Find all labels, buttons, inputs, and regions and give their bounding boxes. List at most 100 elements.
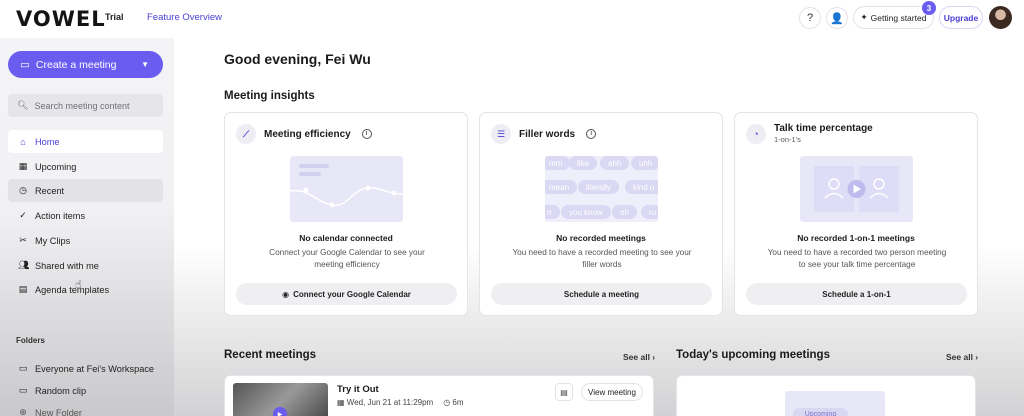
sidebar-item-label: Agenda templates	[35, 284, 110, 295]
upgrade-button[interactable]: Upgrade	[939, 6, 983, 29]
top-bar: VOWEL Trial Feature Overview ? 👤 ✦ Getti…	[0, 0, 1024, 38]
word-chip: like	[569, 156, 598, 170]
upcoming-see-all-link[interactable]: See all ›	[946, 352, 978, 362]
folder-item-random-clip[interactable]: ▭ Random clip	[8, 379, 163, 402]
button-label: Schedule a 1-on-1	[822, 289, 891, 299]
upcoming-meetings-panel: Upcoming	[676, 375, 976, 416]
new-folder-button[interactable]: ⊕ New Folder	[8, 401, 163, 416]
sidebar-item-recent[interactable]: ◷ Recent	[8, 179, 163, 202]
word-chip: ru	[641, 205, 658, 219]
talk-time-illustration	[800, 156, 913, 222]
search-input[interactable]: 🔍︎ Search meeting content	[8, 94, 163, 117]
google-icon: ◉	[282, 289, 290, 299]
create-meeting-label: Create a meeting	[35, 58, 117, 71]
chevron-down-icon: ▼	[141, 60, 149, 69]
recent-meetings-heading: Recent meetings	[224, 349, 317, 361]
sidebar: ▭ Create a meeting ▼ 🔍︎ Search meeting c…	[0, 38, 174, 416]
vowel-logo[interactable]: VOWEL	[16, 7, 106, 31]
upcoming-meetings-heading: Today's upcoming meetings	[676, 349, 830, 361]
getting-started-label: Getting started	[870, 12, 927, 23]
folder-icon: ▭	[18, 385, 28, 395]
create-meeting-button[interactable]: ▭ Create a meeting ▼	[8, 51, 163, 78]
meeting-duration: 6m	[452, 398, 464, 407]
sidebar-item-label: Shared with me	[35, 260, 99, 271]
page-title: Good evening, Fei Wu	[224, 51, 371, 67]
efficiency-illustration	[290, 156, 403, 222]
empty-state-title: No calendar connected	[299, 233, 393, 243]
empty-state-text: You need to have a recorded two person m…	[767, 248, 947, 269]
talk-time-card: ◔ Talk time percentage 1-on-1's No recor…	[734, 112, 978, 316]
folders-heading: Folders	[16, 336, 45, 345]
schedule-one-on-one-button[interactable]: Schedule a 1-on-1	[746, 283, 967, 305]
info-icon[interactable]: i	[586, 129, 597, 139]
word-chip: mm	[545, 156, 571, 170]
sidebar-item-my-clips[interactable]: ✂ My Clips	[8, 229, 163, 252]
meeting-notes-button[interactable]: ▤	[555, 383, 573, 401]
word-chip: mean	[545, 180, 578, 194]
card-title: Talk time percentage	[774, 123, 873, 134]
card-title: Meeting efficiency	[264, 128, 351, 140]
new-folder-label: New Folder	[35, 407, 82, 416]
getting-started-badge: 3	[922, 1, 936, 15]
trend-line-icon: ⟋	[236, 124, 256, 144]
sidebar-item-agenda-templates[interactable]: ▤ Agenda templates	[8, 278, 163, 301]
trial-label: Trial	[105, 12, 124, 22]
sidebar-item-upcoming[interactable]: ▦ Upcoming	[8, 155, 163, 178]
card-subtitle: 1-on-1's	[774, 135, 801, 144]
sparkle-icon: ✦	[860, 12, 868, 22]
folder-item-everyone[interactable]: ▭ Everyone at Fei's Workspace	[8, 357, 163, 380]
sidebar-item-label: Upcoming	[35, 161, 77, 172]
clock-icon: ◷	[19, 185, 27, 195]
calendar-icon: ▦	[18, 161, 28, 171]
scissors-icon: ✂	[19, 235, 27, 245]
word-chip: ahh	[600, 156, 630, 170]
avatar[interactable]	[989, 6, 1012, 29]
upcoming-illustration: Upcoming	[785, 391, 885, 416]
help-button[interactable]: ?	[799, 7, 821, 29]
mouse-cursor-icon: ☝	[75, 279, 82, 291]
folder-item-label: Random clip	[35, 385, 87, 396]
insights-heading: Meeting insights	[224, 90, 315, 102]
info-icon[interactable]: i	[361, 129, 372, 139]
view-meeting-button[interactable]: View meeting	[581, 383, 643, 401]
empty-state-text: You need to have a recorded meeting to s…	[512, 248, 692, 269]
search-placeholder: Search meeting content	[34, 100, 130, 111]
calendar-icon: ▦	[337, 398, 347, 407]
meeting-duration-group: ◷ 6m	[443, 398, 463, 407]
sidebar-item-label: Action items	[35, 210, 86, 221]
invite-user-button[interactable]: 👤	[826, 7, 848, 29]
sliders-icon: ☰	[491, 124, 511, 144]
meeting-title[interactable]: Try it Out	[337, 384, 379, 395]
speaking-icon: ◔	[746, 123, 766, 144]
plus-icon: ⊕	[19, 407, 27, 416]
sidebar-item-action-items[interactable]: ✓ Action items	[8, 204, 163, 227]
meeting-thumbnail[interactable]: ▶	[233, 383, 328, 416]
connect-calendar-button[interactable]: ◉ Connect your Google Calendar	[236, 283, 457, 305]
empty-state-title: No recorded meetings	[556, 233, 646, 243]
sidebar-item-label: Home	[35, 136, 60, 147]
recent-see-all-link[interactable]: See all ›	[623, 352, 655, 362]
meeting-efficiency-card: ⟋ Meeting efficiency i No calendar conne…	[224, 112, 468, 316]
folder-icon: ▭	[18, 363, 28, 373]
filler-words-card: ☰ Filler words i mm like ahh uhh mean li…	[479, 112, 723, 316]
users-icon: 👥︎	[18, 260, 30, 270]
main-content: Good evening, Fei Wu Meeting insights ⟋ …	[174, 38, 1024, 416]
play-icon[interactable]: ▶	[273, 407, 287, 416]
recent-meeting-item[interactable]: ▶ Try it Out ▦ Wed, Jun 21 at 11:29pm ◷ …	[224, 375, 654, 416]
feature-overview-link[interactable]: Feature Overview	[147, 12, 222, 23]
question-icon: ?	[806, 12, 814, 24]
word-chip: kind o	[625, 180, 658, 194]
word-chip: literally	[578, 180, 619, 194]
card-title: Filler words	[519, 128, 576, 140]
sidebar-item-label: My Clips	[35, 235, 71, 246]
upcoming-chip: Upcoming	[793, 408, 848, 416]
folder-item-label: Everyone at Fei's Workspace	[35, 363, 155, 374]
add-user-icon: 👤	[830, 12, 844, 25]
empty-state-text: Connect your Google Calendar to see your…	[269, 248, 425, 269]
video-camera-icon: ▭	[20, 58, 30, 71]
sidebar-item-home[interactable]: ⌂ Home	[8, 130, 163, 153]
empty-state-title: No recorded 1-on-1 meetings	[797, 233, 915, 243]
schedule-meeting-button[interactable]: Schedule a meeting	[491, 283, 712, 305]
document-icon: ▤	[18, 284, 28, 294]
sidebar-item-shared-with-me[interactable]: 👥︎ Shared with me	[8, 254, 163, 277]
